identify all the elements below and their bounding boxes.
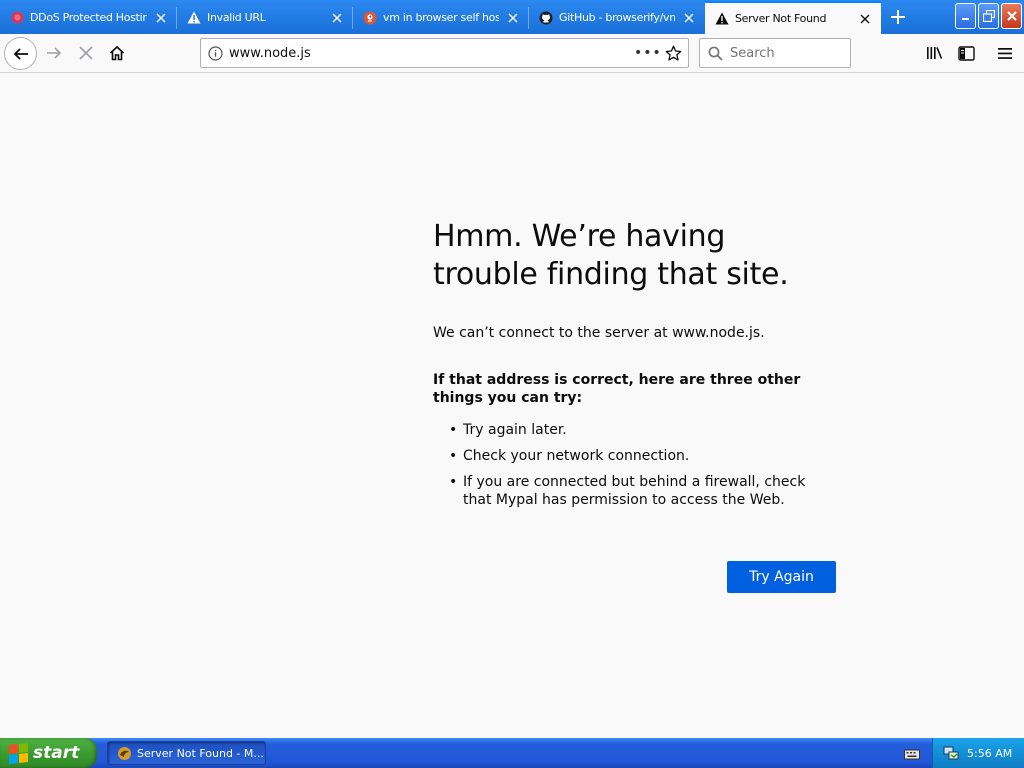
mypal-app-icon — [116, 745, 132, 761]
taskbar-clock[interactable]: 5:56 AM — [967, 747, 1012, 760]
close-tab-icon[interactable] — [681, 10, 697, 26]
library-button[interactable] — [922, 41, 946, 65]
forward-button[interactable] — [42, 41, 66, 65]
start-button[interactable]: start — [0, 738, 97, 768]
search-icon — [700, 46, 730, 61]
home-icon — [109, 45, 125, 61]
warning-icon — [187, 11, 201, 25]
warning-icon — [715, 12, 729, 26]
tab-title: DDoS Protected Hosting — [30, 11, 147, 24]
taskbar-window-title: Server Not Found - M... — [137, 746, 264, 760]
stop-icon — [79, 46, 93, 60]
close-tab-icon[interactable] — [153, 10, 169, 26]
tab-title: Server Not Found — [735, 12, 827, 25]
tab-ddos-protected-hosting[interactable]: DDoS Protected Hosting — [0, 1, 177, 34]
search-bar[interactable] — [699, 38, 851, 68]
suggestion-item: If you are connected but behind a firewa… — [433, 473, 838, 509]
github-icon — [539, 11, 553, 25]
keyboard-icon[interactable] — [904, 746, 920, 760]
page-actions-button[interactable]: ••• — [634, 45, 661, 61]
tab-server-not-found[interactable]: Server Not Found — [705, 1, 881, 34]
navigation-toolbar: www.node.js ••• — [0, 34, 1024, 73]
close-tab-icon[interactable] — [505, 10, 521, 26]
restore-icon — [982, 10, 995, 22]
close-tab-icon[interactable] — [857, 11, 873, 27]
restore-window-button[interactable] — [978, 3, 999, 29]
duckduckgo-icon — [363, 11, 377, 25]
suggestion-item: Check your network connection. — [433, 447, 838, 465]
tab-github-browserify[interactable]: GitHub - browserify/vm- — [529, 1, 705, 34]
close-window-button[interactable] — [1001, 3, 1022, 29]
minimize-icon — [961, 18, 969, 20]
minimize-window-button[interactable] — [955, 3, 976, 29]
error-container: Hmm. We’re having trouble finding that s… — [433, 218, 838, 517]
windows-taskbar: start Server Not Found - M... 5:56 AM — [0, 738, 1024, 768]
error-description: We can’t connect to the server at www.no… — [433, 325, 765, 341]
arrow-left-icon — [13, 47, 28, 60]
suggestions-heading: If that address is correct, here are thr… — [433, 372, 801, 406]
tab-title: GitHub - browserify/vm- — [559, 11, 675, 24]
sidebar-icon — [957, 45, 975, 61]
start-label: start — [33, 743, 80, 763]
bookmark-star-icon[interactable] — [658, 45, 688, 62]
tab-vm-in-browser[interactable]: vm in browser self host — [353, 1, 529, 34]
system-tray: 5:56 AM — [932, 738, 1024, 768]
menu-button[interactable] — [993, 41, 1017, 65]
windows-logo-icon — [8, 742, 28, 764]
hamburger-menu-icon — [998, 47, 1012, 59]
error-title: Hmm. We’re having trouble finding that s… — [433, 219, 789, 292]
network-icon[interactable] — [943, 745, 959, 761]
close-tab-icon[interactable] — [329, 10, 345, 26]
close-icon — [1006, 11, 1017, 21]
try-again-button[interactable]: Try Again — [727, 561, 836, 593]
suggestion-item: Try again later. — [433, 421, 838, 439]
plus-icon — [891, 10, 905, 24]
suggestions-list: Try again later. Check your network conn… — [433, 421, 838, 509]
arrow-right-icon — [47, 47, 62, 59]
back-button[interactable] — [4, 37, 37, 70]
library-icon — [926, 47, 942, 59]
url-text[interactable]: www.node.js — [229, 46, 634, 61]
search-input[interactable] — [730, 45, 840, 61]
home-button[interactable] — [105, 41, 129, 65]
page-content: Hmm. We’re having trouble finding that s… — [0, 74, 1024, 738]
sidebar-toggle-button[interactable] — [954, 41, 978, 65]
url-bar[interactable]: www.node.js ••• — [200, 38, 689, 68]
new-tab-button[interactable] — [884, 4, 912, 30]
taskbar-window-button[interactable]: Server Not Found - M... — [107, 741, 266, 765]
tab-invalid-url[interactable]: Invalid URL — [177, 1, 353, 34]
tab-title: vm in browser self host — [383, 11, 499, 24]
site-info-icon[interactable] — [201, 45, 229, 61]
ddos-favicon-icon — [10, 11, 24, 25]
tab-title: Invalid URL — [207, 11, 266, 24]
stop-loading-button[interactable] — [74, 41, 98, 65]
tab-strip: DDoS Protected Hosting Invalid URL vm in… — [0, 0, 1024, 34]
